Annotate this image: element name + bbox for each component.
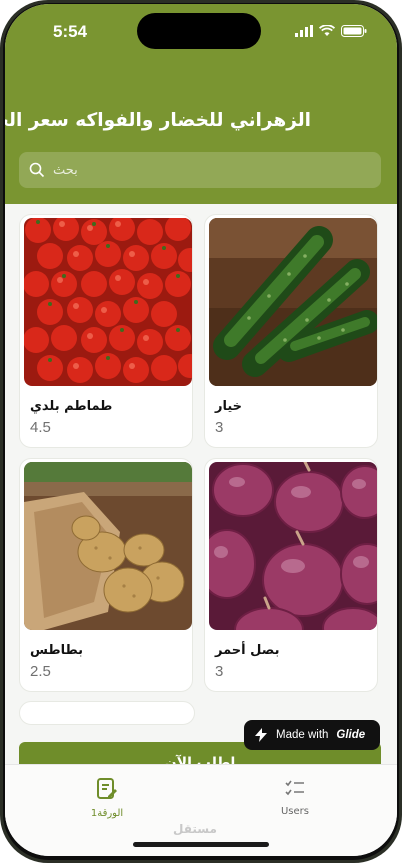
tab-label: الورقة1 — [90, 808, 124, 819]
search-icon — [29, 162, 45, 178]
made-with-glide-badge[interactable]: Made with Glide — [244, 720, 380, 750]
tab-users[interactable]: Users — [235, 777, 355, 817]
wifi-icon — [319, 25, 335, 36]
product-name: طماطم بلدي — [30, 399, 113, 414]
status-time: 5:54 — [53, 22, 88, 41]
status-icons — [295, 25, 367, 37]
phone-frame: 5:54 الزهراني للخضار والفواكه سعر ال بحث… — [0, 0, 402, 863]
search-field[interactable]: بحث — [19, 152, 381, 188]
product-card-potatoes[interactable]: بطاطس 2.5 — [19, 458, 193, 692]
phone-bezel: 5:54 الزهراني للخضار والفواكه سعر ال بحث… — [3, 3, 399, 860]
signal-icon — [295, 25, 313, 37]
product-card-cucumbers[interactable]: خيار 3 — [204, 214, 378, 448]
badge-brand: Glide — [336, 729, 366, 741]
watermark-logo: مستقل — [173, 822, 217, 836]
app-screen: 5:54 الزهراني للخضار والفواكه سعر ال بحث… — [5, 4, 397, 856]
product-price: 4.5 — [30, 419, 51, 436]
app-header: 5:54 الزهراني للخضار والفواكه سعر ال بحث — [5, 4, 397, 204]
potatoes-image — [24, 462, 192, 630]
tab-label: Users — [280, 806, 309, 817]
product-price: 3 — [215, 419, 224, 436]
tomatoes-image — [24, 218, 192, 386]
product-card-tomatoes[interactable]: طماطم بلدي 4.5 — [19, 214, 193, 448]
red-onions-image — [209, 462, 377, 630]
product-name: بصل أحمر — [215, 643, 280, 658]
product-price: 2.5 — [30, 663, 51, 680]
cucumbers-image — [209, 218, 377, 386]
badge-prefix: Made with — [276, 729, 329, 741]
tab-sheet1[interactable]: الورقة1 — [47, 777, 167, 819]
product-price: 3 — [215, 663, 224, 680]
checklist-icon — [285, 780, 304, 796]
lightning-icon — [255, 728, 267, 742]
product-card-red-onions[interactable]: بصل أحمر 3 — [204, 458, 378, 692]
document-edit-icon — [97, 778, 117, 799]
home-indicator — [133, 842, 269, 847]
product-card-placeholder — [19, 701, 195, 725]
product-name: خيار — [215, 399, 243, 414]
dynamic-island — [137, 13, 261, 49]
battery-icon — [341, 25, 367, 37]
search-placeholder: بحث — [53, 162, 78, 178]
page-title: الزهراني للخضار والفواكه سعر الجملة — [5, 110, 311, 131]
product-name: بطاطس — [30, 643, 84, 658]
